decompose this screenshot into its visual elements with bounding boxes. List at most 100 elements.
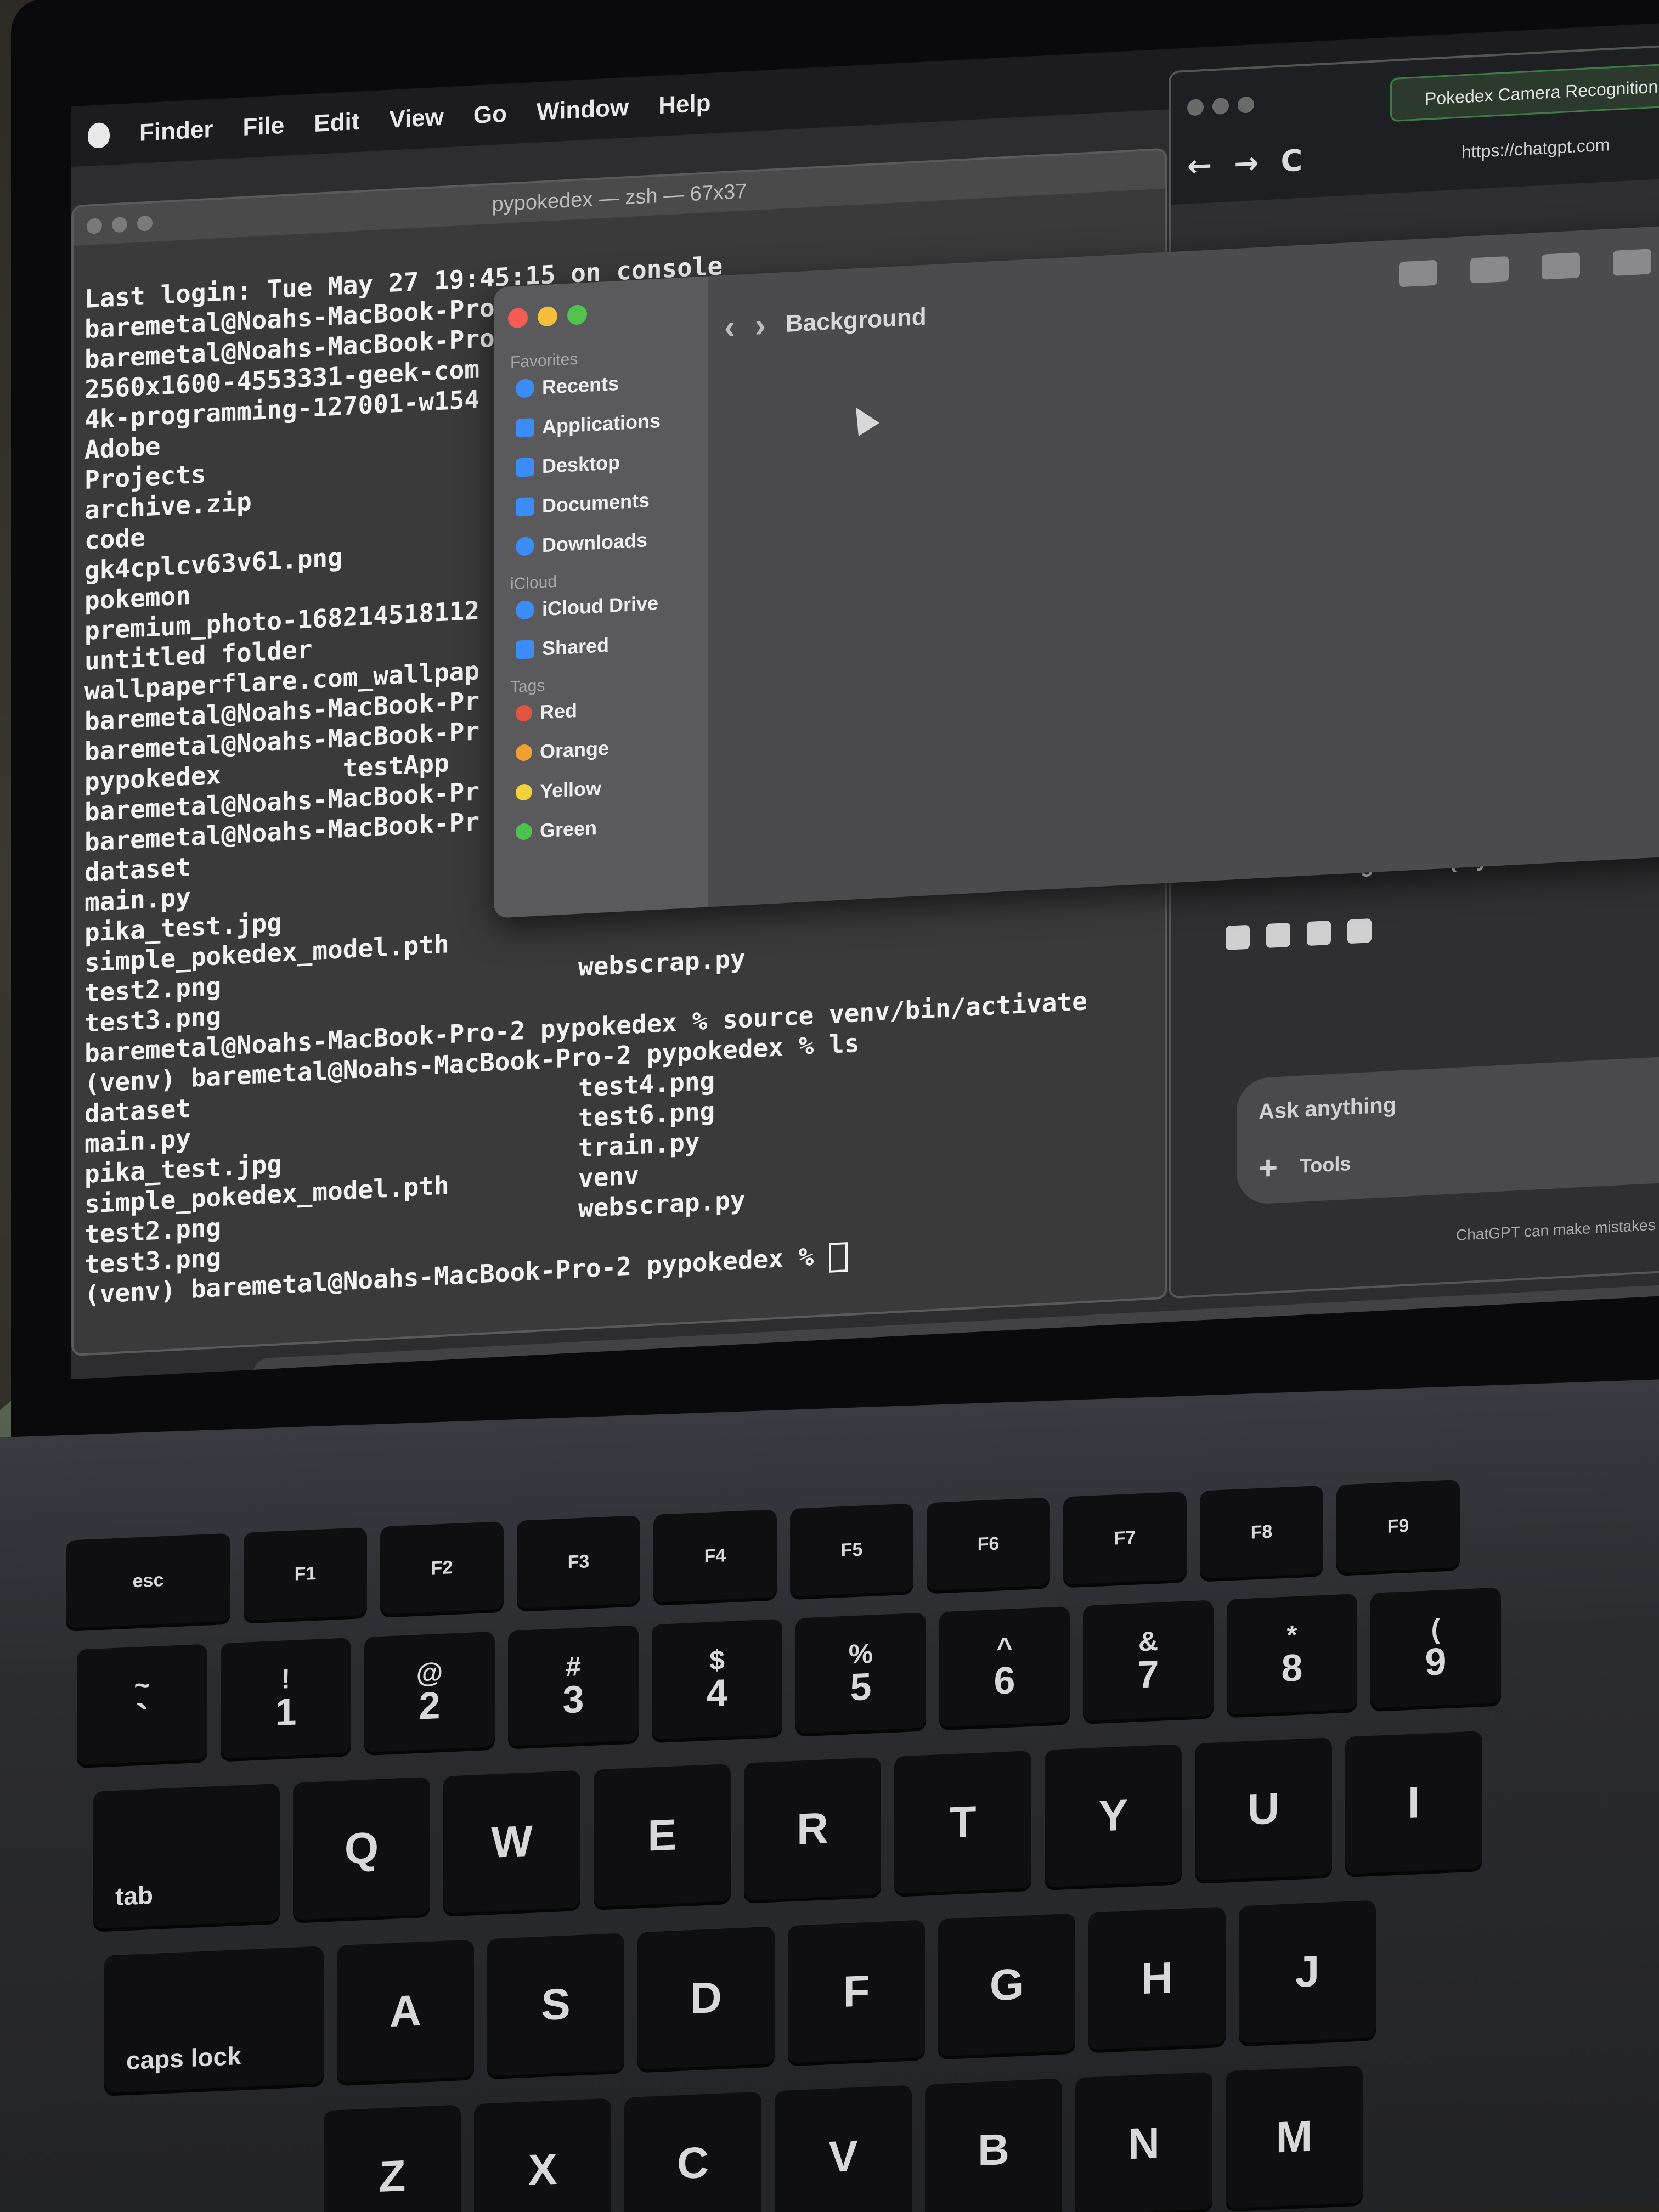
forward-arrow-icon[interactable]: → xyxy=(1234,145,1259,181)
key-y[interactable]: Y xyxy=(1045,1744,1182,1887)
key-f8[interactable]: F8 xyxy=(1200,1485,1323,1579)
photos-icon[interactable] xyxy=(678,1345,727,1380)
key-f6[interactable]: F6 xyxy=(927,1497,1050,1591)
minimize-icon[interactable] xyxy=(1212,97,1229,115)
key-b[interactable]: B xyxy=(925,2078,1062,2212)
close-icon[interactable] xyxy=(508,307,528,329)
app-store-icon[interactable] xyxy=(1448,1304,1498,1357)
zoom-icon[interactable] xyxy=(1238,96,1254,114)
tv-icon[interactable] xyxy=(1093,1323,1142,1375)
forward-icon[interactable]: › xyxy=(755,306,766,345)
system-settings-icon[interactable] xyxy=(1567,1298,1616,1351)
pages-icon[interactable] xyxy=(1389,1307,1438,1360)
key-z[interactable]: Z xyxy=(324,2104,461,2212)
key-f5[interactable]: F5 xyxy=(790,1503,913,1597)
sidebar-item-shared[interactable]: Shared xyxy=(516,628,708,661)
menu-help[interactable]: Help xyxy=(658,89,710,120)
key-s[interactable]: S xyxy=(487,1933,624,2076)
key-f7[interactable]: F7 xyxy=(1063,1491,1187,1585)
reminders-icon[interactable] xyxy=(915,1332,964,1380)
launchpad-icon[interactable] xyxy=(323,1363,372,1380)
sidebar-item-icloud-drive[interactable]: iCloud Drive xyxy=(516,589,708,622)
key-d[interactable]: D xyxy=(637,1926,775,2070)
sidebar-item-recents[interactable]: Recents xyxy=(516,367,708,400)
sidebar-tag-red[interactable]: Red xyxy=(516,692,708,725)
key-c[interactable]: C xyxy=(624,2091,761,2212)
key-esc[interactable]: esc xyxy=(66,1533,230,1628)
finder-icon[interactable] xyxy=(263,1367,313,1380)
menu-file[interactable]: File xyxy=(242,112,284,142)
news-icon[interactable] xyxy=(1211,1317,1261,1369)
key-f2[interactable]: F2 xyxy=(380,1521,504,1615)
mail-icon[interactable] xyxy=(560,1351,609,1380)
key-q[interactable]: Q xyxy=(293,1776,430,1920)
key-backtick[interactable]: ~ ` xyxy=(77,1644,207,1765)
keynote-icon[interactable] xyxy=(1271,1313,1320,1366)
sidebar-item-downloads[interactable]: Downloads xyxy=(516,525,708,558)
speaker-icon[interactable] xyxy=(1347,918,1372,944)
key-f[interactable]: F xyxy=(788,1920,925,2063)
sidebar-tag-orange[interactable]: Orange xyxy=(516,731,708,764)
freeform-icon[interactable] xyxy=(1034,1326,1083,1379)
sidebar-tag-yellow[interactable]: Yellow xyxy=(516,771,708,804)
key-u[interactable]: U xyxy=(1195,1737,1332,1881)
key-f4[interactable]: F4 xyxy=(653,1509,777,1603)
key-w[interactable]: W xyxy=(443,1770,580,1914)
minimize-icon[interactable] xyxy=(538,306,557,327)
share-icon[interactable] xyxy=(1542,252,1580,280)
finder-window[interactable]: Favorites Recents Applications Desktop D… xyxy=(494,221,1659,918)
key-8[interactable]: * 8 xyxy=(1227,1594,1357,1715)
key-f3[interactable]: F3 xyxy=(517,1515,640,1609)
key-g[interactable]: G xyxy=(938,1913,1075,2057)
key-3[interactable]: #3 xyxy=(508,1625,639,1746)
key-m[interactable]: M xyxy=(1226,2065,1363,2209)
zoom-icon[interactable] xyxy=(567,304,587,325)
key-f1[interactable]: F1 xyxy=(244,1527,367,1621)
key-r[interactable]: R xyxy=(744,1757,881,1900)
menu-finder[interactable]: Finder xyxy=(139,116,213,147)
key-1[interactable]: ! 1 xyxy=(221,1638,351,1759)
thumbs-up-icon[interactable] xyxy=(1266,922,1290,949)
plus-icon[interactable]: + xyxy=(1259,1148,1278,1187)
contacts-icon[interactable] xyxy=(856,1335,905,1380)
menu-view[interactable]: View xyxy=(389,104,443,134)
menu-go[interactable]: Go xyxy=(473,100,507,129)
group-icon[interactable] xyxy=(1470,256,1509,284)
key-f9[interactable]: F9 xyxy=(1336,1479,1460,1573)
firefox-icon[interactable] xyxy=(441,1357,490,1380)
facetime-icon[interactable] xyxy=(737,1341,787,1380)
maps-icon[interactable] xyxy=(619,1348,668,1380)
key-2[interactable]: @2 xyxy=(364,1631,495,1753)
back-arrow-icon[interactable]: ← xyxy=(1187,148,1212,183)
tools-button[interactable]: Tools xyxy=(1300,1152,1351,1178)
key-i[interactable]: I xyxy=(1345,1731,1482,1875)
key-x[interactable]: X xyxy=(474,2098,611,2212)
key-j[interactable]: J xyxy=(1239,1900,1376,2044)
close-icon[interactable] xyxy=(1187,99,1204,116)
key-tab[interactable]: tab xyxy=(93,1783,280,1929)
copy-icon[interactable] xyxy=(1226,924,1250,950)
key-t[interactable]: T xyxy=(894,1751,1031,1894)
sidebar-item-documents[interactable]: Documents xyxy=(516,486,708,518)
key-e[interactable]: E xyxy=(594,1763,731,1907)
key-5[interactable]: % 5 xyxy=(795,1612,926,1734)
address-bar[interactable]: https://chatgpt.com xyxy=(1390,121,1659,177)
back-icon[interactable]: ‹ xyxy=(724,308,735,346)
notes-icon[interactable] xyxy=(974,1329,1024,1380)
apple-icon[interactable] xyxy=(88,122,110,149)
key-v[interactable]: V xyxy=(775,2085,912,2212)
chat-input[interactable]: Ask anything + Tools xyxy=(1237,1050,1659,1205)
key-7[interactable]: & 7 xyxy=(1083,1600,1214,1721)
calendar-icon[interactable]: 27 xyxy=(797,1339,846,1380)
sidebar-item-applications[interactable]: Applications xyxy=(516,407,708,439)
key-a[interactable]: A xyxy=(337,1939,474,2083)
chatgpt-icon[interactable] xyxy=(1508,1301,1557,1354)
sidebar-item-desktop[interactable]: Desktop xyxy=(516,446,708,479)
menu-edit[interactable]: Edit xyxy=(314,108,359,138)
thumbs-down-icon[interactable] xyxy=(1307,920,1331,946)
key-n[interactable]: N xyxy=(1075,2072,1212,2212)
key-6[interactable]: ^ 6 xyxy=(939,1606,1070,1728)
sidebar-tag-green[interactable]: Green xyxy=(516,810,708,843)
numbers-icon[interactable] xyxy=(1330,1311,1379,1363)
messages-icon[interactable] xyxy=(500,1354,550,1380)
